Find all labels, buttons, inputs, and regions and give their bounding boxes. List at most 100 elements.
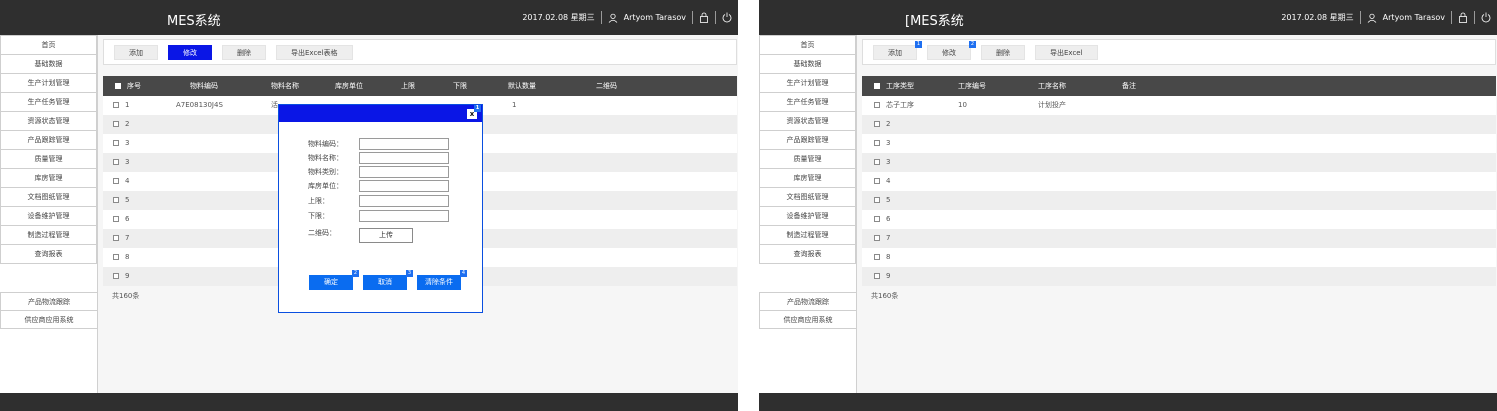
table-row[interactable]: 8 bbox=[862, 248, 1496, 267]
header-cell[interactable]: 序号 bbox=[115, 76, 141, 96]
user-name[interactable]: Artyom Tarasov bbox=[1383, 13, 1445, 22]
row-checkbox[interactable] bbox=[874, 102, 880, 108]
add-button[interactable]: 添加 1 bbox=[873, 40, 922, 60]
field-label: 物料类别： bbox=[308, 168, 343, 176]
sidebar-item-manufacturing[interactable]: 制造过程管理 bbox=[759, 226, 856, 245]
row-checkbox[interactable] bbox=[874, 273, 880, 279]
table-row[interactable]: 7 bbox=[862, 229, 1496, 248]
cancel-button[interactable]: 取消 3 bbox=[363, 270, 413, 290]
upload-button[interactable]: 上传 bbox=[359, 228, 413, 243]
row-checkbox[interactable] bbox=[113, 235, 119, 241]
confirm-button[interactable]: 确定 2 bbox=[309, 270, 359, 290]
sidebar-item-warehouse[interactable]: 库房管理 bbox=[759, 169, 856, 188]
divider bbox=[1474, 11, 1475, 24]
header-cell: 物料名称 bbox=[271, 82, 299, 90]
row-checkbox[interactable] bbox=[874, 178, 880, 184]
table-row[interactable]: 芯子工序 10 计划投产 bbox=[862, 96, 1496, 115]
select-all-checkbox[interactable] bbox=[874, 83, 880, 89]
header-cell[interactable]: 工序类型 bbox=[874, 76, 914, 96]
row-checkbox[interactable] bbox=[113, 140, 119, 146]
row-checkbox[interactable] bbox=[874, 216, 880, 222]
power-icon[interactable] bbox=[1481, 12, 1491, 23]
sidebar-item-quality[interactable]: 质量管理 bbox=[0, 150, 97, 169]
delete-button[interactable]: 删除 bbox=[981, 44, 1025, 60]
row-checkbox[interactable] bbox=[113, 254, 119, 260]
sidebar-item-production-plan[interactable]: 生产计划管理 bbox=[759, 74, 856, 93]
sidebar-item-documents[interactable]: 文档图纸管理 bbox=[759, 188, 856, 207]
row-checkbox[interactable] bbox=[874, 197, 880, 203]
power-icon[interactable] bbox=[722, 12, 732, 23]
form-row: 物料编码： bbox=[279, 138, 484, 150]
dialog-header: x 1 bbox=[279, 105, 482, 122]
edit-button[interactable]: 修改 bbox=[168, 44, 212, 60]
table-row[interactable]: 4 bbox=[862, 172, 1496, 191]
clear-conditions-button[interactable]: 清除条件 4 bbox=[417, 270, 467, 290]
table-row[interactable]: 9 bbox=[862, 267, 1496, 286]
export-button[interactable]: 导出Excel bbox=[1035, 44, 1098, 60]
row-checkbox[interactable] bbox=[874, 235, 880, 241]
form-row: 库房单位： bbox=[279, 180, 484, 192]
add-button[interactable]: 添加 bbox=[114, 44, 158, 60]
sidebar-item-reports[interactable]: 查询报表 bbox=[759, 245, 856, 264]
material-category-input[interactable] bbox=[359, 166, 449, 178]
sidebar-item-resource-status[interactable]: 资源状态管理 bbox=[0, 112, 97, 131]
sidebar-item-production-task[interactable]: 生产任务管理 bbox=[759, 93, 856, 112]
sidebar-item-product-tracking[interactable]: 产品跟踪管理 bbox=[759, 131, 856, 150]
row-checkbox[interactable] bbox=[113, 197, 119, 203]
row-checkbox[interactable] bbox=[113, 216, 119, 222]
header-cell: 下限 bbox=[453, 82, 467, 90]
row-checkbox[interactable] bbox=[874, 121, 880, 127]
table-row[interactable]: 2 bbox=[862, 115, 1496, 134]
warehouse-unit-input[interactable] bbox=[359, 180, 449, 192]
sidebar-item-production-task[interactable]: 生产任务管理 bbox=[0, 93, 97, 112]
sidebar-item-basic-data[interactable]: 基础数据 bbox=[759, 55, 856, 74]
sidebar-item-basic-data[interactable]: 基础数据 bbox=[0, 55, 97, 74]
sidebar-item-equipment[interactable]: 设备维护管理 bbox=[759, 207, 856, 226]
sidebar-item-supplier[interactable]: 供应商应用系统 bbox=[0, 310, 98, 329]
sidebar-item-logistics[interactable]: 产品物流跟踪 bbox=[0, 292, 98, 311]
user-icon[interactable] bbox=[1367, 13, 1377, 23]
sidebar-item-resource-status[interactable]: 资源状态管理 bbox=[759, 112, 856, 131]
delete-button[interactable]: 删除 bbox=[222, 44, 266, 60]
table-row[interactable]: 5 bbox=[862, 191, 1496, 210]
header-cell: 库房单位 bbox=[335, 82, 363, 90]
material-name-input[interactable] bbox=[359, 152, 449, 164]
select-all-checkbox[interactable] bbox=[115, 83, 121, 89]
sidebar-item-supplier[interactable]: 供应商应用系统 bbox=[759, 310, 857, 329]
lower-limit-input[interactable] bbox=[359, 210, 449, 222]
sidebar-item-home[interactable]: 首页 bbox=[759, 35, 856, 55]
sidebar-item-quality[interactable]: 质量管理 bbox=[759, 150, 856, 169]
export-button[interactable]: 导出Excel表格 bbox=[276, 44, 353, 60]
table-row[interactable]: 3 bbox=[862, 153, 1496, 172]
row-checkbox[interactable] bbox=[113, 273, 119, 279]
sidebar-item-manufacturing[interactable]: 制造过程管理 bbox=[0, 226, 97, 245]
row-checkbox[interactable] bbox=[113, 102, 119, 108]
form-row: 下限： bbox=[279, 210, 484, 222]
row-checkbox[interactable] bbox=[874, 254, 880, 260]
sidebar-item-documents[interactable]: 文档图纸管理 bbox=[0, 188, 97, 207]
upper-limit-input[interactable] bbox=[359, 195, 449, 207]
sidebar-item-product-tracking[interactable]: 产品跟踪管理 bbox=[0, 131, 97, 150]
sidebar-item-production-plan[interactable]: 生产计划管理 bbox=[0, 74, 97, 93]
table-row[interactable]: 6 bbox=[862, 210, 1496, 229]
edit-button[interactable]: 修改 2 bbox=[927, 40, 976, 60]
user-name[interactable]: Artyom Tarasov bbox=[624, 13, 686, 22]
sidebar-item-logistics[interactable]: 产品物流跟踪 bbox=[759, 292, 857, 311]
row-checkbox[interactable] bbox=[113, 159, 119, 165]
lock-icon[interactable] bbox=[1458, 12, 1468, 23]
brand-title: [MES系统 bbox=[905, 14, 964, 29]
row-checkbox[interactable] bbox=[113, 121, 119, 127]
table-row[interactable]: 3 bbox=[862, 134, 1496, 153]
row-checkbox[interactable] bbox=[113, 178, 119, 184]
row-checkbox[interactable] bbox=[874, 140, 880, 146]
sidebar-item-equipment[interactable]: 设备维护管理 bbox=[0, 207, 97, 226]
sidebar-item-reports[interactable]: 查询报表 bbox=[0, 245, 97, 264]
sidebar-item-home[interactable]: 首页 bbox=[0, 35, 97, 55]
close-icon[interactable]: x 1 bbox=[467, 105, 481, 119]
user-icon[interactable] bbox=[608, 13, 618, 23]
sidebar-item-warehouse[interactable]: 库房管理 bbox=[0, 169, 97, 188]
material-code-input[interactable] bbox=[359, 138, 449, 150]
form-row: 物料名称： bbox=[279, 152, 484, 164]
row-checkbox[interactable] bbox=[874, 159, 880, 165]
lock-icon[interactable] bbox=[699, 12, 709, 23]
